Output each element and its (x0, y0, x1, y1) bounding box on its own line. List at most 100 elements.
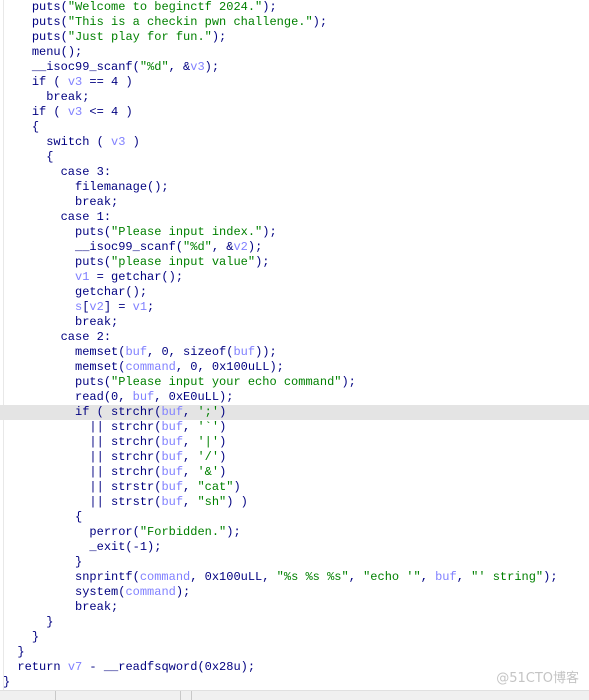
code-line[interactable]: } (0, 630, 589, 645)
code-token: system( (75, 585, 126, 599)
code-token: - __readfsqword(0x28u); (82, 660, 256, 674)
code-line[interactable]: memset(buf, 0, sizeof(buf)); (0, 345, 589, 360)
code-line[interactable]: || strstr(buf, "cat") (0, 480, 589, 495)
code-token: , & (211, 240, 234, 254)
code-token: puts( (75, 225, 112, 239)
code-line[interactable]: puts("This is a checkin pwn challenge.")… (0, 15, 589, 30)
code-line[interactable]: system(command); (0, 585, 589, 600)
code-line[interactable]: || strchr(buf, '&') (0, 465, 589, 480)
code-line[interactable]: _exit(-1); (0, 540, 589, 555)
code-line[interactable]: getchar(); (0, 285, 589, 300)
code-line[interactable]: { (0, 120, 589, 135)
code-line[interactable]: puts("Please input your echo command"); (0, 375, 589, 390)
code-token: ) (219, 420, 227, 434)
code-line[interactable]: perror("Forbidden."); (0, 525, 589, 540)
code-line[interactable]: puts("please input value"); (0, 255, 589, 270)
code-token: , (183, 450, 198, 464)
code-token: ); (262, 0, 277, 14)
code-token: , (183, 465, 198, 479)
code-token: , (183, 495, 198, 509)
code-line[interactable]: read(0, buf, 0xE0uLL); (0, 390, 589, 405)
code-token: ); (255, 255, 270, 269)
code-line[interactable]: || strstr(buf, "sh") ) (0, 495, 589, 510)
code-line[interactable]: menu(); (0, 45, 589, 60)
variable-token: buf (125, 345, 148, 359)
variable-token: command (125, 360, 176, 374)
variable-token: buf (161, 450, 184, 464)
code-line[interactable]: || strchr(buf, '|') (0, 435, 589, 450)
code-line[interactable]: } (0, 555, 589, 570)
code-token: break; (75, 195, 119, 209)
code-line[interactable]: snprintf(command, 0x100uLL, "%s %s %s", … (0, 570, 589, 585)
code-token: { (75, 510, 83, 524)
code-line[interactable]: v1 = getchar(); (0, 270, 589, 285)
code-line[interactable]: if ( v3 == 4 ) (0, 75, 589, 90)
code-line[interactable]: || strchr(buf, '/') (0, 450, 589, 465)
code-line[interactable]: break; (0, 315, 589, 330)
code-line[interactable]: || strchr(buf, '`') (0, 420, 589, 435)
code-line[interactable]: break; (0, 90, 589, 105)
variable-token: buf (161, 405, 184, 419)
code-token: } (75, 555, 83, 569)
code-line[interactable]: break; (0, 195, 589, 210)
code-line[interactable]: __isoc99_scanf("%d", &v3); (0, 60, 589, 75)
code-token: } (46, 615, 54, 629)
code-token: , 0, sizeof( (147, 345, 234, 359)
code-line[interactable]: } (0, 615, 589, 630)
code-line[interactable]: __isoc99_scanf("%d", &v2); (0, 240, 589, 255)
code-token: { (31, 120, 40, 134)
code-line[interactable]: puts("Welcome to beginctf 2024."); (0, 0, 589, 15)
code-line[interactable]: s[v2] = v1; (0, 300, 589, 315)
code-token: switch ( (46, 135, 112, 149)
code-line[interactable]: puts("Just play for fun."); (0, 30, 589, 45)
code-token: ); (204, 60, 220, 74)
code-line[interactable]: { (0, 150, 589, 165)
code-line[interactable]: if ( strchr(buf, ';') (0, 405, 589, 420)
code-line[interactable]: case 3: (0, 165, 589, 180)
code-line[interactable]: filemanage(); (0, 180, 589, 195)
code-token: ) (219, 450, 227, 464)
code-line[interactable]: { (0, 510, 589, 525)
code-line[interactable]: puts("Please input index."); (0, 225, 589, 240)
string-literal: "Just play for fun." (67, 30, 212, 44)
code-token: , (456, 570, 472, 584)
code-token: case 1: (60, 210, 112, 224)
code-token: , (183, 405, 198, 419)
code-line[interactable]: memset(command, 0, 0x100uLL); (0, 360, 589, 375)
variable-token: v1 (75, 270, 90, 284)
code-line[interactable]: if ( v3 <= 4 ) (0, 105, 589, 120)
code-token: )); (255, 345, 277, 359)
code-token: } (31, 630, 40, 644)
code-line[interactable]: switch ( v3 ) (0, 135, 589, 150)
code-token: ) (219, 465, 227, 479)
variable-token: buf (161, 495, 184, 509)
code-token: __isoc99_scanf( (75, 240, 184, 254)
code-token: filemanage(); (75, 180, 169, 194)
code-line[interactable]: } (0, 645, 589, 660)
string-literal: "%s %s %s" (276, 570, 349, 584)
code-token: || strstr( (89, 495, 162, 509)
code-token: if ( (31, 105, 68, 119)
watermark: @51CTO博客 (496, 671, 579, 686)
code-line[interactable]: case 1: (0, 210, 589, 225)
code-line[interactable]: break; (0, 600, 589, 615)
code-line[interactable]: case 2: (0, 330, 589, 345)
